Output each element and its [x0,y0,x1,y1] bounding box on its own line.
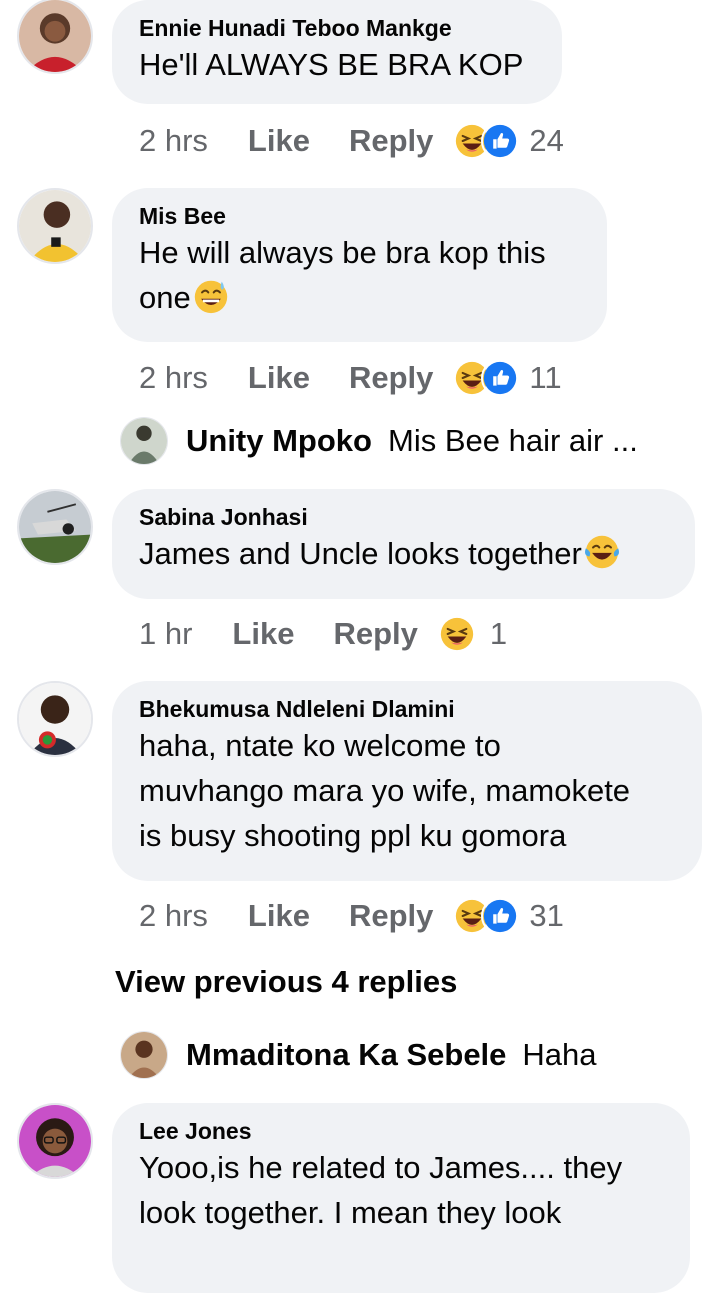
avatar[interactable] [17,1103,93,1179]
laughing-emoji-icon [437,615,476,653]
like-button[interactable]: Like [248,123,310,159]
timestamp[interactable]: 2 hrs [139,123,208,159]
comment-actions: 2 hrs Like Reply 24 [139,121,564,161]
reaction-count: 31 [529,898,564,933]
avatar[interactable] [120,1031,168,1079]
reply-author[interactable]: Mmaditona Ka Sebele [186,1037,506,1073]
reply-button[interactable]: Reply [333,616,417,652]
like-reaction-icon [481,897,520,935]
like-button[interactable]: Like [232,616,294,652]
comment-bubble: Lee Jones Yooo,is he related to James...… [112,1103,690,1293]
comment-author[interactable]: Bhekumusa Ndleleni Dlamini [139,695,676,723]
comment-author[interactable]: Mis Bee [139,202,581,230]
reaction-count: 1 [489,616,508,651]
comment-actions: 1 hr Like Reply 1 [139,614,507,654]
reply-button[interactable]: Reply [349,123,433,159]
reaction-count: 24 [529,123,564,158]
comment-actions: 2 hrs Like Reply 31 [139,896,564,936]
comment-bubble: Mis Bee He will always be bra kop this on… [112,188,607,342]
timestamp[interactable]: 2 hrs [139,898,208,934]
timestamp[interactable]: 1 hr [139,616,192,652]
comment-text: He'll ALWAYS BE BRA KOP [139,47,524,82]
comment-author[interactable]: Sabina Jonhasi [139,503,669,531]
comment-text: He will always be bra kop this one [139,235,546,315]
comment-actions: 2 hrs Like Reply 11 [139,358,562,398]
avatar[interactable] [17,681,93,757]
like-reaction-icon [481,359,520,397]
like-button[interactable]: Like [248,898,310,934]
timestamp[interactable]: 2 hrs [139,360,208,396]
reaction-summary[interactable]: 11 [453,359,562,397]
comment-author[interactable]: Lee Jones [139,1117,664,1145]
comment-text: haha, ntate ko welcome to muvhango mara y… [139,728,631,853]
reaction-summary[interactable]: 1 [437,615,508,653]
like-button[interactable]: Like [248,360,310,396]
reply-preview[interactable]: Mmaditona Ka Sebele Haha [120,1031,597,1079]
reaction-summary[interactable]: 31 [453,897,564,935]
avatar[interactable] [17,489,93,565]
comment-text: James and Uncle looks together [139,531,669,576]
sweat-smile-emoji-icon [193,278,229,314]
reply-button[interactable]: Reply [349,360,433,396]
view-previous-replies-link[interactable]: View previous 4 replies [115,964,457,1000]
comment-bubble: Bhekumusa Ndleleni Dlamini haha, ntate k… [112,681,702,881]
comment-text: Yooo,is he related to James.... they look… [139,1150,623,1230]
reply-author[interactable]: Unity Mpoko [186,423,372,459]
reaction-count: 11 [529,360,562,395]
comment-bubble: Ennie Hunadi Teboo Mankge He'll ALWAYS B… [112,0,562,104]
reply-preview[interactable]: Unity Mpoko Mis Bee hair air ... [120,417,638,465]
reply-snippet: Mis Bee hair air ... [388,423,638,458]
comment-author[interactable]: Ennie Hunadi Teboo Mankge [139,14,536,42]
like-reaction-icon [481,122,520,160]
tears-of-joy-emoji-icon [584,534,620,570]
reply-button[interactable]: Reply [349,898,433,934]
avatar[interactable] [120,417,168,465]
avatar[interactable] [17,188,93,264]
avatar[interactable] [17,0,93,74]
comment-bubble: Sabina Jonhasi James and Uncle looks tog… [112,489,695,599]
reply-snippet: Haha [522,1037,597,1072]
reaction-summary[interactable]: 24 [453,122,564,160]
